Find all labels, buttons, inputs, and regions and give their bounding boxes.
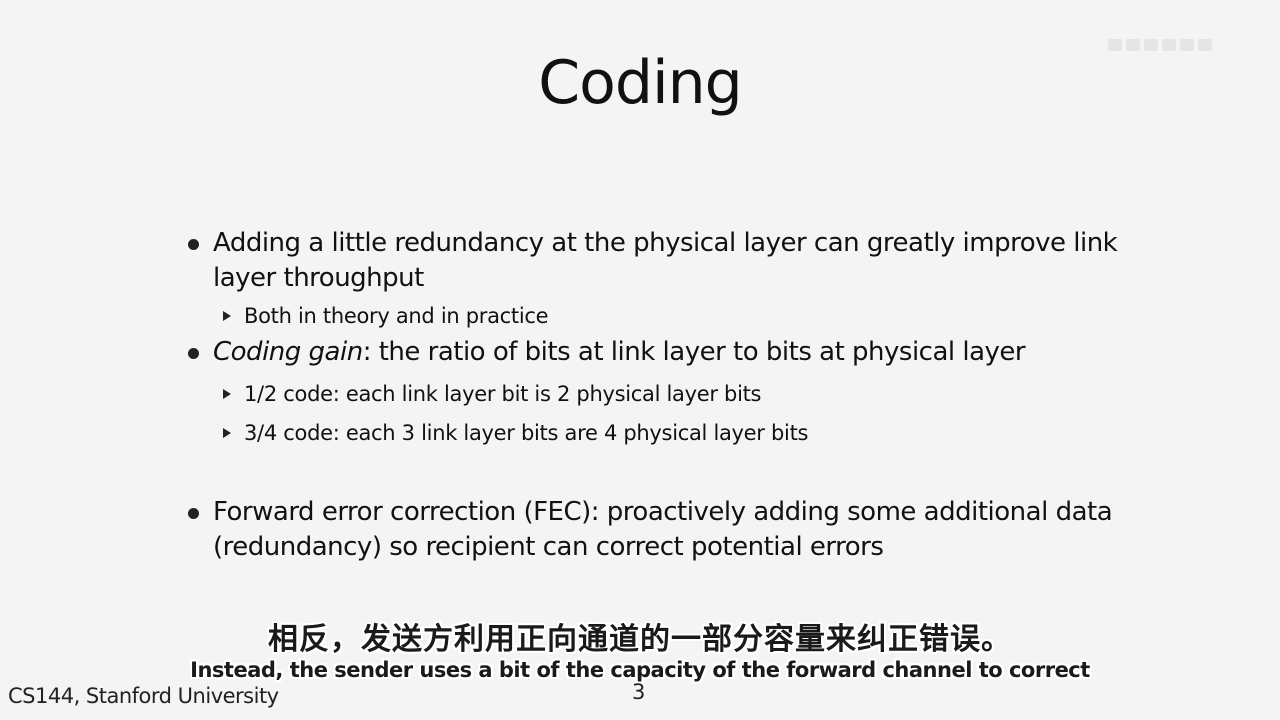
sub-bullet-item: Both in theory and in practice: [186, 302, 1166, 330]
bullet-dot-icon: [188, 348, 199, 359]
subtitle-chinese: 相反，发送方利用正向通道的一部分容量来纠正错误。: [268, 622, 1012, 657]
bullet-item: Adding a little redundancy at the physic…: [186, 226, 1166, 296]
triangle-bullet-icon: [223, 389, 231, 399]
sub-bullet-item: 3/4 code: each 3 link layer bits are 4 p…: [186, 419, 1166, 447]
bullet-text: Forward error correction (FEC): proactiv…: [213, 497, 1113, 562]
slide-footer: CS144, Stanford University: [8, 684, 279, 708]
triangle-bullet-icon: [223, 428, 231, 438]
slide-content: Adding a little redundancy at the physic…: [186, 226, 1166, 565]
bullet-item: Coding gain: the ratio of bits at link l…: [186, 335, 1166, 370]
bullet-text: : the ratio of bits at link layer to bit…: [362, 337, 1026, 367]
bullet-item: Forward error correction (FEC): proactiv…: [186, 495, 1166, 565]
subtitle-english: Instead, the sender uses a bit of the ca…: [190, 658, 1090, 682]
triangle-bullet-icon: [223, 311, 231, 321]
bullet-text: Adding a little redundancy at the physic…: [213, 228, 1118, 293]
sub-bullet-text: 1/2 code: each link layer bit is 2 physi…: [244, 382, 762, 406]
page-number: 3: [632, 680, 646, 704]
sub-bullet-text: 3/4 code: each 3 link layer bits are 4 p…: [244, 421, 809, 445]
slide-title: Coding: [538, 48, 742, 118]
slide: Coding Adding a little redundancy at the…: [0, 0, 1280, 720]
sub-bullet-item: 1/2 code: each link layer bit is 2 physi…: [186, 380, 1166, 408]
bullet-dot-icon: [188, 239, 199, 250]
bullet-dot-icon: [188, 508, 199, 519]
bullet-emphasis-text: Coding gain: [213, 337, 363, 367]
sub-bullet-text: Both in theory and in practice: [244, 304, 549, 328]
